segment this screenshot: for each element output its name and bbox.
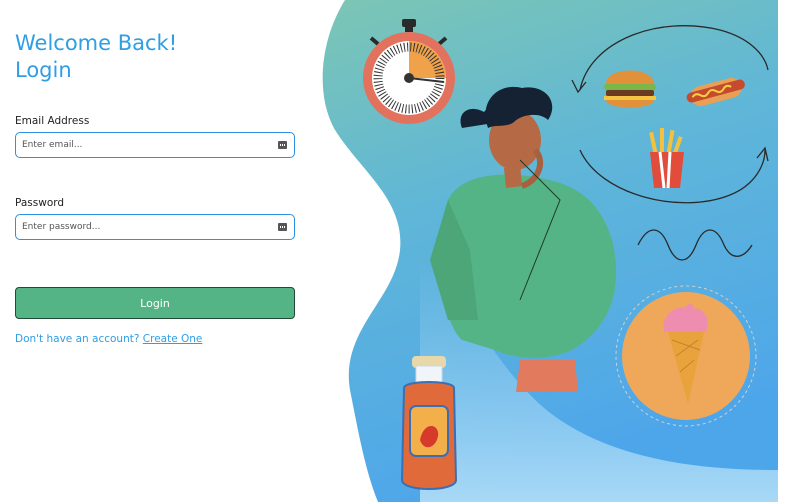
burger-icon — [604, 70, 656, 108]
illustration — [322, 0, 778, 502]
